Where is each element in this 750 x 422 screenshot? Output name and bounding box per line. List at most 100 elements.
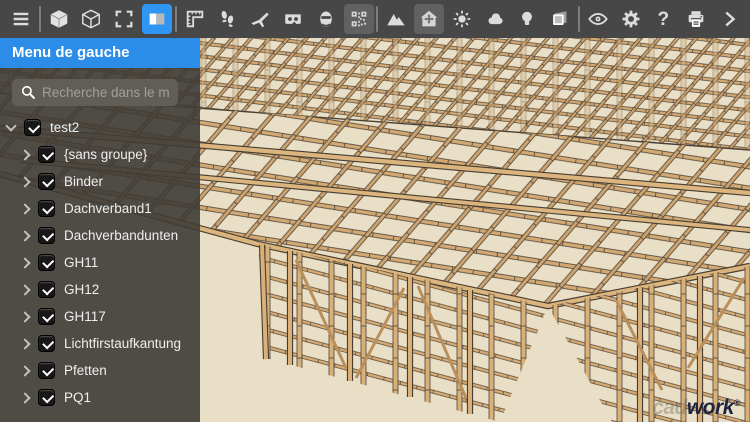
cloud-icon <box>488 13 503 25</box>
tree-item-gh11[interactable]: GH11 <box>0 249 200 276</box>
cadwork-watermark: cadwork® <box>652 396 740 420</box>
tree-item-label: test2 <box>50 120 80 135</box>
clip-plane-button[interactable] <box>545 4 575 34</box>
chevron-down-icon[interactable] <box>5 119 17 132</box>
avatar-mode-button[interactable] <box>311 4 341 34</box>
checkbox-checked[interactable] <box>38 254 55 271</box>
house-move-icon <box>420 10 438 27</box>
mountains-icon <box>387 13 405 26</box>
checkbox-checked[interactable] <box>38 146 55 163</box>
tree-item-label: GH11 <box>64 255 99 270</box>
tree-item-dachverband1[interactable]: Dachverband1 <box>0 195 200 222</box>
menu-icon <box>13 12 29 26</box>
tree-item-label: Dachverbandunten <box>64 228 179 243</box>
vr-goggles-icon <box>285 14 301 24</box>
left-panel-toggle-button[interactable] <box>141 4 172 34</box>
left-menu-panel: Menu de gauche test2 {sans groupe} Binde… <box>0 38 200 422</box>
menu-button[interactable] <box>6 4 36 34</box>
tree-item-label: Lichtfirstaufkantung <box>64 336 182 351</box>
search-icon <box>21 85 35 99</box>
tree-item-test2[interactable]: test2 <box>0 114 200 141</box>
chevron-right-icon[interactable] <box>19 175 31 188</box>
help-button[interactable]: ? <box>648 4 678 34</box>
chevron-right-icon[interactable] <box>19 310 31 323</box>
cube-solid-icon <box>50 10 68 28</box>
sun-light-button[interactable] <box>447 4 477 34</box>
walk-mode-button[interactable] <box>212 4 242 34</box>
printer-icon <box>688 11 704 27</box>
checkbox-checked[interactable] <box>38 227 55 244</box>
wireframe-view-button[interactable] <box>76 4 106 34</box>
tree-item-sans-groupe[interactable]: {sans groupe} <box>0 141 200 168</box>
artificial-light-button[interactable] <box>512 4 542 34</box>
qr-code-icon <box>351 11 366 27</box>
tree-item-label: Binder <box>64 174 104 189</box>
tree-item-label: GH12 <box>64 282 100 297</box>
tree-item-label: Pfetten <box>64 363 107 378</box>
watermark-registered: ® <box>733 398 741 408</box>
search-box <box>12 79 190 106</box>
chevron-right-icon[interactable] <box>19 283 31 296</box>
clip-frame-icon <box>553 11 567 25</box>
fit-to-screen-button[interactable] <box>109 4 139 34</box>
light-bulb-icon <box>522 11 533 25</box>
toolbar: ? <box>0 0 750 38</box>
chevron-right-icon[interactable] <box>19 229 31 242</box>
checkbox-checked[interactable] <box>38 281 55 298</box>
weather-button[interactable] <box>480 4 510 34</box>
cube-wireframe-icon <box>82 9 101 29</box>
chevron-right-icon <box>725 11 736 27</box>
settings-button[interactable] <box>616 4 646 34</box>
tree-item-gh117[interactable]: GH117 <box>0 303 200 330</box>
tree-item-pfetten[interactable]: Pfetten <box>0 357 200 384</box>
chevron-right-icon[interactable] <box>19 148 31 161</box>
model-tree: test2 {sans groupe} Binder Dachverband1 … <box>0 114 200 411</box>
chevron-right-icon[interactable] <box>19 337 31 350</box>
shaded-view-button[interactable] <box>44 4 74 34</box>
measure-button[interactable] <box>180 4 210 34</box>
tree-item-dachverbandunten[interactable]: Dachverbandunten <box>0 222 200 249</box>
print-button[interactable] <box>681 4 711 34</box>
eye-icon <box>587 13 608 25</box>
tree-item-pq1[interactable]: PQ1 <box>0 384 200 411</box>
toolbar-separator <box>174 6 177 32</box>
vr-mode-button[interactable] <box>278 4 308 34</box>
left-panel-icon <box>149 13 165 25</box>
fly-mode-button[interactable] <box>245 4 275 34</box>
chevron-right-icon[interactable] <box>19 202 31 215</box>
checkbox-checked[interactable] <box>38 389 55 406</box>
panel-title: Menu de gauche <box>0 38 200 68</box>
home-view-button[interactable] <box>413 4 444 34</box>
walk-footprints-icon <box>221 10 234 27</box>
fly-plane-icon <box>251 12 269 28</box>
toolbar-separator <box>577 6 580 32</box>
ruler-icon <box>186 10 203 28</box>
tree-item-label: PQ1 <box>64 390 92 405</box>
checkbox-checked[interactable] <box>24 119 41 136</box>
sun-icon <box>453 10 470 28</box>
checkbox-checked[interactable] <box>38 200 55 217</box>
tree-item-lichtfirstaufkantung[interactable]: Lichtfirstaufkantung <box>0 330 200 357</box>
checkbox-checked[interactable] <box>38 173 55 190</box>
help-icon: ? <box>657 8 670 30</box>
tree-item-label: Dachverband1 <box>64 201 152 216</box>
tree-item-gh12[interactable]: GH12 <box>0 276 200 303</box>
chevron-right-icon[interactable] <box>19 256 31 269</box>
fit-to-screen-icon <box>115 10 133 28</box>
watermark-work: work <box>686 396 735 419</box>
toolbar-overflow-button[interactable] <box>714 4 744 34</box>
avatar-head-icon <box>319 11 332 27</box>
tree-item-binder[interactable]: Binder <box>0 168 200 195</box>
gear-icon <box>622 10 639 28</box>
checkbox-checked[interactable] <box>38 308 55 325</box>
tree-item-label: {sans groupe} <box>64 147 148 162</box>
checkbox-checked[interactable] <box>38 362 55 379</box>
terrain-button[interactable] <box>381 4 411 34</box>
qr-code-button[interactable] <box>343 4 374 34</box>
chevron-right-icon[interactable] <box>19 364 31 377</box>
toolbar-separator <box>38 6 41 32</box>
visibility-button[interactable] <box>583 4 613 34</box>
watermark-cad: cad <box>652 396 687 419</box>
checkbox-checked[interactable] <box>38 335 55 352</box>
chevron-right-icon[interactable] <box>19 391 31 404</box>
